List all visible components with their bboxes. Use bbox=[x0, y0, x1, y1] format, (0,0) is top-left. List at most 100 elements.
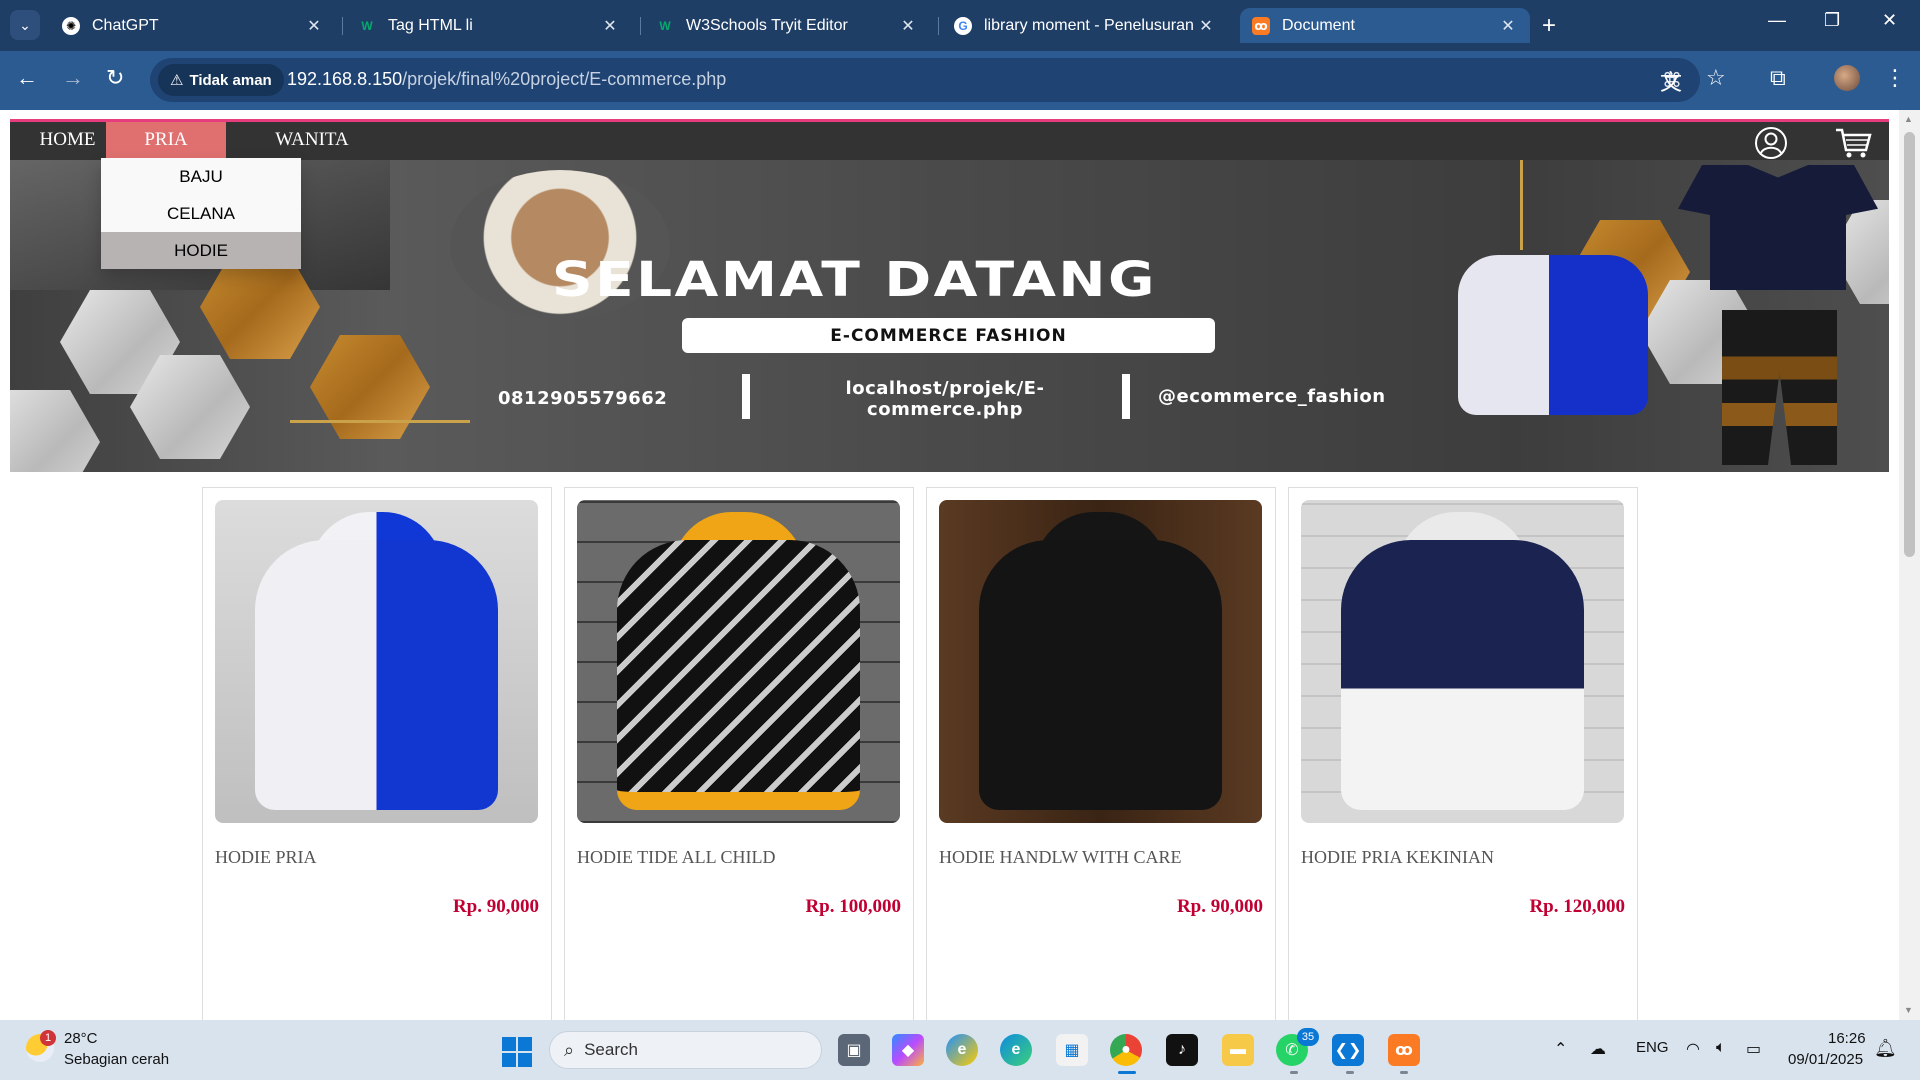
product-image[interactable] bbox=[577, 500, 900, 823]
xampp-icon: ꝏ bbox=[1252, 16, 1270, 35]
nav-home[interactable]: HOME bbox=[20, 122, 115, 158]
tiktok-icon[interactable]: ♪ bbox=[1166, 1034, 1198, 1066]
hexagon-decor bbox=[310, 335, 430, 439]
wifi-icon[interactable]: ◠ bbox=[1686, 1039, 1700, 1059]
tab-w3schools-tryit[interactable]: W W3Schools Tryit Editor ✕ bbox=[644, 8, 930, 43]
url-host: 192.168.8.150 bbox=[287, 69, 403, 89]
copilot-icon[interactable]: ◆ bbox=[892, 1034, 924, 1066]
user-account-icon[interactable] bbox=[1754, 126, 1788, 160]
edge-icon[interactable]: e bbox=[1000, 1034, 1032, 1066]
product-card[interactable]: HODIE HANDLW WITH CARE Rp. 90,000 bbox=[926, 487, 1276, 1020]
product-price: Rp. 90,000 bbox=[1176, 896, 1263, 917]
product-card[interactable]: HODIE PRIA KEKINIAN Rp. 120,000 bbox=[1288, 487, 1638, 1020]
tab-google-search[interactable]: G library moment - Penelusuran G ✕ bbox=[942, 8, 1228, 43]
running-indicator bbox=[1400, 1071, 1408, 1074]
close-icon[interactable]: ✕ bbox=[304, 16, 324, 36]
url-path: /projek/final%20project/E-commerce.php bbox=[402, 69, 727, 89]
extensions-icon[interactable]: ⧉ bbox=[1770, 65, 1786, 91]
banner-subtitle: E-COMMERCE FASHION bbox=[682, 318, 1215, 353]
product-price: Rp. 90,000 bbox=[452, 896, 539, 917]
gold-line-decor bbox=[290, 420, 470, 423]
profile-avatar[interactable] bbox=[1834, 65, 1860, 91]
product-image[interactable] bbox=[1301, 500, 1624, 823]
tab-chatgpt[interactable]: ✺ ChatGPT ✕ bbox=[50, 8, 336, 43]
scroll-up-icon[interactable]: ▲ bbox=[1904, 114, 1913, 124]
dropdown-item-hodie[interactable]: HODIE bbox=[101, 232, 301, 269]
close-icon[interactable]: ✕ bbox=[1196, 16, 1216, 36]
tab-tag-html-li[interactable]: W Tag HTML li ✕ bbox=[346, 8, 632, 43]
tab-separator bbox=[938, 17, 939, 35]
w3-icon: W bbox=[659, 18, 671, 33]
product-name[interactable]: HODIE HANDLW WITH CARE bbox=[939, 847, 1181, 868]
internet-explorer-icon[interactable]: e bbox=[946, 1034, 978, 1066]
product-name[interactable]: HODIE PRIA KEKINIAN bbox=[1301, 847, 1494, 868]
bookmark-star-icon[interactable]: ☆ bbox=[1706, 65, 1726, 91]
scroll-thumb[interactable] bbox=[1904, 132, 1915, 557]
tab-title: Tag HTML li bbox=[388, 16, 473, 34]
product-card[interactable]: HODIE PRIA Rp. 90,000 bbox=[202, 487, 552, 1020]
banner-link-line2: commerce.php bbox=[867, 399, 1023, 420]
product-image[interactable] bbox=[939, 500, 1262, 823]
weather-desc[interactable]: Sebagian cerah bbox=[64, 1051, 169, 1068]
clock-date[interactable]: 09/01/2025 bbox=[1788, 1051, 1863, 1068]
active-app-indicator bbox=[1118, 1071, 1136, 1074]
running-indicator bbox=[1346, 1071, 1354, 1074]
scroll-down-icon[interactable]: ▼ bbox=[1904, 1005, 1913, 1015]
task-view-icon[interactable]: ▣ bbox=[838, 1034, 870, 1066]
clock-time[interactable]: 16:26 bbox=[1828, 1030, 1866, 1047]
dropdown-item-celana[interactable]: CELANA bbox=[101, 195, 301, 232]
taskbar-search[interactable]: ⌕ Search bbox=[549, 1031, 822, 1069]
security-chip[interactable]: ⚠ Tidak aman bbox=[158, 64, 284, 96]
windows-start-icon[interactable] bbox=[502, 1037, 532, 1067]
nav-pria[interactable]: PRIA bbox=[106, 122, 226, 158]
file-explorer-icon[interactable]: ▬ bbox=[1222, 1034, 1254, 1066]
warning-icon: ⚠ bbox=[170, 72, 184, 89]
back-icon[interactable]: ← bbox=[16, 65, 38, 91]
chrome-icon[interactable]: ● bbox=[1110, 1034, 1142, 1066]
minimize-icon[interactable]: — bbox=[1768, 10, 1786, 31]
tray-chevron-up-icon[interactable]: ⌃ bbox=[1554, 1039, 1567, 1059]
chatgpt-icon: ✺ bbox=[62, 16, 80, 35]
banner-link-line1: localhost/projek/E- bbox=[845, 378, 1045, 399]
reload-icon[interactable]: ↻ bbox=[106, 65, 124, 91]
tab-separator bbox=[342, 17, 343, 35]
banner-divider bbox=[742, 374, 750, 419]
language-indicator[interactable]: ENG bbox=[1636, 1039, 1669, 1056]
tab-document[interactable]: ꝏ Document ✕ bbox=[1240, 8, 1530, 43]
forward-icon[interactable]: → bbox=[62, 65, 84, 91]
new-tab-button[interactable]: + bbox=[1542, 12, 1556, 40]
product-name[interactable]: HODIE PRIA bbox=[215, 847, 317, 868]
cart-icon[interactable] bbox=[1834, 126, 1872, 160]
search-placeholder: Search bbox=[584, 1040, 638, 1059]
restore-icon[interactable]: ❐ bbox=[1824, 10, 1840, 31]
translate-icon[interactable]: 文 bbox=[1660, 65, 1682, 97]
url-text[interactable]: 192.168.8.150/projek/final%20project/E-c… bbox=[287, 69, 726, 90]
menu-kebab-icon[interactable]: ⋮ bbox=[1884, 65, 1906, 91]
address-bar[interactable]: ⚠ Tidak aman 192.168.8.150/projek/final%… bbox=[150, 58, 1700, 102]
close-icon[interactable]: ✕ bbox=[898, 16, 918, 36]
whatsapp-badge: 35 bbox=[1297, 1028, 1319, 1046]
close-icon[interactable]: ✕ bbox=[600, 16, 620, 36]
close-icon[interactable]: ✕ bbox=[1498, 16, 1518, 36]
battery-icon[interactable]: ▭ bbox=[1746, 1039, 1761, 1059]
dropdown-item-baju[interactable]: BAJU bbox=[101, 158, 301, 195]
tab-separator bbox=[640, 17, 641, 35]
vscode-icon[interactable]: ❮❯ bbox=[1332, 1034, 1364, 1066]
hoodie-body-decor bbox=[979, 540, 1222, 810]
xampp-icon[interactable]: ꝏ bbox=[1388, 1034, 1420, 1066]
hoodie-body-decor bbox=[1341, 540, 1584, 810]
nav-wanita[interactable]: WANITA bbox=[252, 122, 372, 158]
close-window-icon[interactable]: ✕ bbox=[1882, 10, 1897, 31]
microsoft-store-icon[interactable]: ▦ bbox=[1056, 1034, 1088, 1066]
banner-phone: 0812905579662 bbox=[498, 388, 668, 409]
tab-search-button[interactable]: ⌄ bbox=[10, 10, 40, 40]
product-card[interactable]: HODIE TIDE ALL CHILD Rp. 100,000 bbox=[564, 487, 914, 1020]
tab-title: ChatGPT bbox=[92, 16, 159, 34]
weather-temp[interactable]: 28°C bbox=[64, 1030, 98, 1047]
product-name[interactable]: HODIE TIDE ALL CHILD bbox=[577, 847, 775, 868]
onedrive-cloud-icon[interactable]: ☁ bbox=[1590, 1039, 1606, 1059]
notification-bell-icon[interactable]: 🔔︎ bbox=[1874, 1038, 1897, 1059]
page-scrollbar[interactable]: ▲ ▼ bbox=[1899, 110, 1920, 1020]
volume-icon[interactable]: 🔈︎ bbox=[1716, 1039, 1726, 1057]
product-image[interactable] bbox=[215, 500, 538, 823]
